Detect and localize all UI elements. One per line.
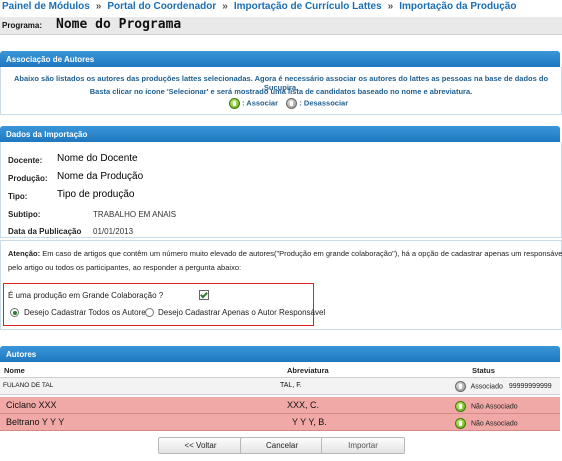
subtipo-label: Subtipo: xyxy=(8,210,41,219)
column-nome: Nome xyxy=(4,366,25,375)
docente-value: Nome do Docente xyxy=(57,153,138,164)
attention-text: Atenção: Em caso de artigos que contêm u… xyxy=(8,247,562,275)
program-bar: Programa: Nome do Programa xyxy=(0,17,562,35)
collaboration-checkbox[interactable] xyxy=(199,290,209,300)
program-name: Nome do Programa xyxy=(56,17,182,32)
association-header: Associação de Autores xyxy=(0,51,560,67)
associate-icon[interactable] xyxy=(455,418,466,429)
data-publicacao-value: 01/01/2013 xyxy=(93,227,134,236)
column-status: Status xyxy=(472,366,495,375)
table-row: FULANO DE TAL TAL, F. Associado 99999999… xyxy=(0,377,560,395)
collaboration-question: É uma produção em Grande Colaboração ? xyxy=(8,291,164,300)
author-status: Associado 99999999999 xyxy=(455,381,552,392)
radio-all-authors-label[interactable]: Desejo Cadastrar Todos os Autores xyxy=(24,308,150,317)
author-abbrev: XXX, C. xyxy=(287,400,320,410)
subtipo-value: TRABALHO EM ANAIS xyxy=(93,210,177,219)
authors-header-title: Autores xyxy=(6,350,37,359)
legend-associate-label: : Associar xyxy=(242,98,278,108)
association-legend: : Associar : Desassociar xyxy=(229,98,348,109)
legend-disassociate-label: : Desassociar xyxy=(299,98,349,108)
breadcrumb-item-painel[interactable]: Painel de Módulos xyxy=(2,1,90,12)
import-button[interactable]: Importar xyxy=(321,437,405,454)
author-status-text: Não Associado xyxy=(470,420,518,428)
producao-value: Nome da Produção xyxy=(57,171,144,182)
author-name: FULANO DE TAL xyxy=(3,382,54,389)
authors-header: Autores xyxy=(0,346,560,362)
producao-label: Produção: xyxy=(8,174,48,183)
attention-body: Em caso de artigos que contêm um número … xyxy=(8,249,562,272)
radio-responsible-author-label[interactable]: Desejo Cadastrar Apenas o Autor Responsá… xyxy=(158,308,325,317)
table-row: Ciclano XXX XXX, C. Não Associado xyxy=(0,397,560,414)
author-name: Beltrano Y Y Y xyxy=(6,417,65,427)
back-button[interactable]: << Voltar xyxy=(158,437,243,454)
attention-title: Atenção: xyxy=(8,249,41,258)
tipo-label: Tipo: xyxy=(8,192,28,201)
author-status: Não Associado xyxy=(455,401,518,412)
breadcrumb-item-importacao-producao[interactable]: Importação da Produção xyxy=(399,1,516,12)
disassociate-icon xyxy=(286,98,298,109)
author-status-extra: 99999999999 xyxy=(508,383,552,391)
author-name: Ciclano XXX xyxy=(6,400,57,410)
collaboration-question-box: É uma produção em Grande Colaboração ? D… xyxy=(3,283,325,326)
author-status-text: Associado xyxy=(470,383,503,391)
association-header-title: Associação de Autores xyxy=(6,55,95,64)
author-abbrev: Y Y Y, B. xyxy=(292,417,327,427)
import-data-header: Dados da Importação xyxy=(0,126,560,142)
tipo-value: Tipo de produção xyxy=(57,189,135,200)
author-status-text: Não Associado xyxy=(470,403,518,411)
breadcrumb-item-portal[interactable]: Portal do Coordenador xyxy=(107,1,216,12)
author-status: Não Associado xyxy=(455,418,518,429)
breadcrumb-separator: » xyxy=(95,1,102,12)
breadcrumb-item-importacao-curriculo[interactable]: Importação de Currículo Lattes xyxy=(234,1,382,12)
association-instructions-2: Basta clicar no ícone 'Selecionar' e ser… xyxy=(89,87,473,96)
cancel-button[interactable]: Cancelar xyxy=(240,437,324,454)
table-row: Beltrano Y Y Y Y Y Y, B. Não Associado xyxy=(0,414,560,431)
breadcrumb-separator: » xyxy=(387,1,394,12)
program-label: Programa: xyxy=(2,21,43,30)
breadcrumb-separator: » xyxy=(222,1,228,12)
radio-all-authors[interactable] xyxy=(10,308,19,317)
column-abreviatura: Abreviatura xyxy=(287,366,329,375)
radio-responsible-author[interactable] xyxy=(145,308,154,317)
author-abbrev: TAL, F. xyxy=(280,382,302,389)
docente-label: Docente: xyxy=(8,156,43,165)
disassociate-icon[interactable] xyxy=(455,381,466,392)
breadcrumb: Painel de Módulos » Portal do Coordenador »… xyxy=(2,1,516,15)
associate-icon xyxy=(229,98,240,109)
associate-icon[interactable] xyxy=(455,401,466,412)
import-data-header-title: Dados da Importação xyxy=(6,130,88,139)
data-publicacao-label: Data da Publicação xyxy=(8,227,82,236)
